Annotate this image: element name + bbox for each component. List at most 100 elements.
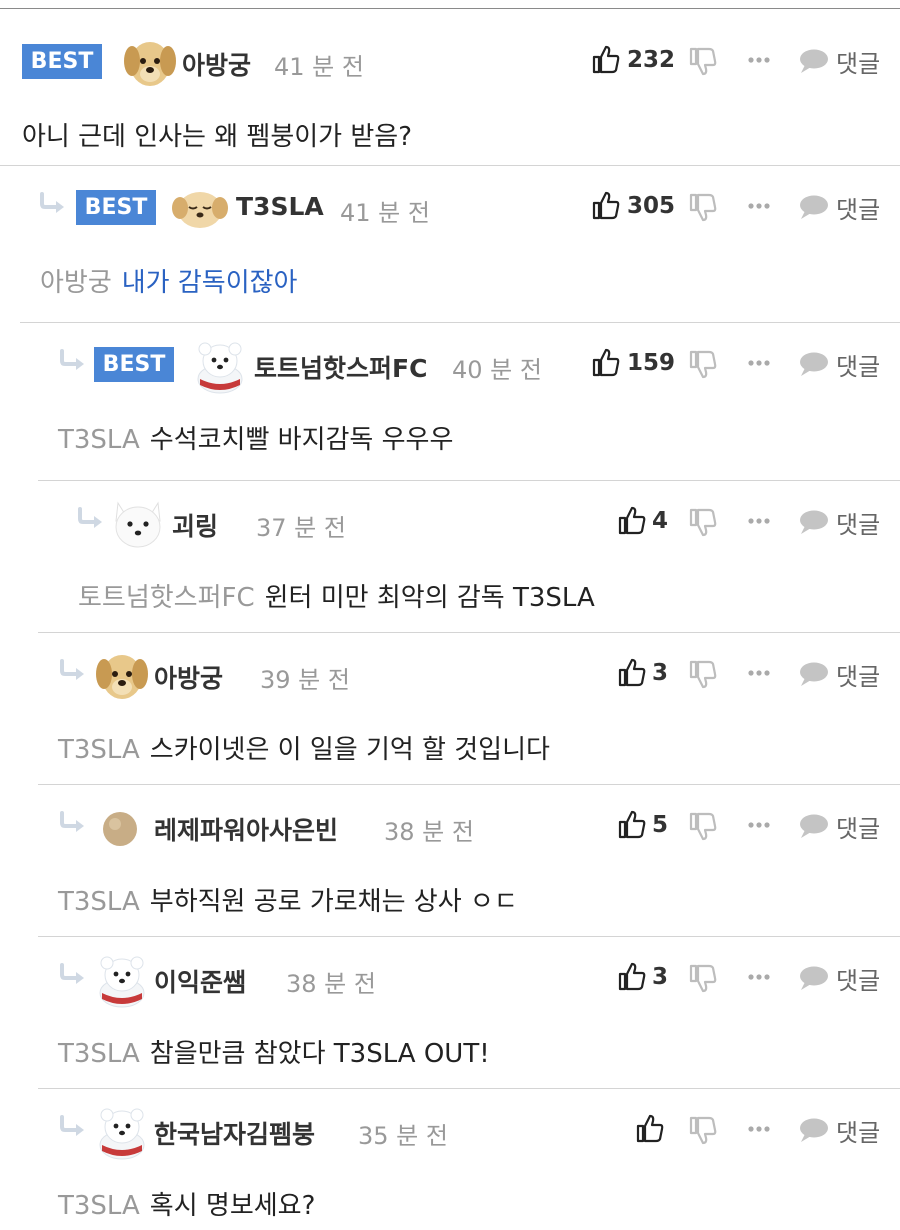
author-name[interactable]: 레제파워아사은빈 bbox=[154, 811, 338, 847]
thumbs-down-icon[interactable] bbox=[688, 507, 718, 537]
comment-text: 참을만큼 참았다 T3SLA OUT! bbox=[149, 1039, 490, 1069]
comment-text: 부하직원 공로 가로채는 상사 ㅇㄷ bbox=[149, 887, 518, 917]
like-count: 305 bbox=[627, 193, 676, 219]
more-dots-icon[interactable] bbox=[744, 661, 774, 685]
thumbs-down-icon[interactable] bbox=[688, 963, 718, 993]
reply-button[interactable]: 댓글 bbox=[798, 503, 898, 539]
reply-button[interactable]: 댓글 bbox=[798, 655, 898, 691]
author-name[interactable]: 아방궁 bbox=[182, 46, 251, 82]
comment-item: 한국남자김펨붕 35 분 전 댓글 T3SLA 혹시 명보세요? bbox=[38, 1088, 900, 1230]
reply-indent-icon bbox=[58, 811, 88, 833]
more-dots-icon[interactable] bbox=[744, 509, 774, 533]
author-name[interactable]: 이익준쌤 bbox=[154, 963, 246, 999]
avatar[interactable] bbox=[92, 1105, 152, 1160]
reply-indent-icon bbox=[58, 349, 88, 371]
comment-text: 윈터 미만 최악의 감독 T3SLA bbox=[264, 583, 595, 613]
reply-button[interactable]: 댓글 bbox=[798, 188, 898, 224]
author-name[interactable]: 토트넘핫스퍼FC bbox=[254, 349, 427, 385]
more-dots-icon[interactable] bbox=[744, 48, 774, 72]
comment-body: 아니 근데 인사는 왜 펨붕이가 받음? bbox=[22, 116, 412, 153]
like-count: 3 bbox=[652, 964, 669, 990]
mention-link[interactable]: 아방궁 bbox=[40, 268, 112, 298]
comment-body: T3SLA 혹시 명보세요? bbox=[58, 1185, 315, 1222]
mention-link[interactable]: T3SLA bbox=[58, 1039, 140, 1069]
mention-link[interactable]: T3SLA bbox=[58, 425, 140, 455]
like-count: 4 bbox=[652, 508, 669, 534]
avatar[interactable] bbox=[92, 953, 152, 1008]
like-count: 232 bbox=[627, 47, 676, 73]
reply-button[interactable]: 댓글 bbox=[798, 959, 898, 995]
thumbs-down-icon[interactable] bbox=[688, 811, 718, 841]
reply-button-label: 댓글 bbox=[836, 967, 881, 995]
author-name[interactable]: 한국남자김펨붕 bbox=[154, 1115, 315, 1151]
thumbs-up-icon[interactable] bbox=[592, 347, 620, 377]
comment-time: 38 분 전 bbox=[286, 970, 376, 998]
more-dots-icon[interactable] bbox=[744, 965, 774, 989]
like-count: 5 bbox=[652, 812, 669, 838]
thumbs-up-icon[interactable] bbox=[618, 657, 646, 687]
thumbs-up-icon[interactable] bbox=[618, 505, 646, 535]
avatar[interactable] bbox=[92, 649, 152, 701]
mention-link[interactable]: T3SLA bbox=[58, 735, 140, 765]
thumbs-down-icon[interactable] bbox=[688, 192, 718, 222]
thumbs-down-icon[interactable] bbox=[688, 659, 718, 689]
best-badge: BEST bbox=[22, 44, 102, 79]
comment-time: 35 분 전 bbox=[358, 1122, 448, 1150]
comment-time: 37 분 전 bbox=[256, 514, 346, 542]
reply-button[interactable]: 댓글 bbox=[798, 345, 898, 381]
reply-button[interactable]: 댓글 bbox=[798, 1111, 898, 1147]
reply-indent-icon bbox=[38, 192, 68, 214]
avatar[interactable] bbox=[108, 497, 168, 549]
comment-time: 41 분 전 bbox=[274, 53, 364, 81]
thumbs-up-icon[interactable] bbox=[618, 961, 646, 991]
avatar[interactable] bbox=[92, 801, 152, 853]
thumbs-up-icon[interactable] bbox=[592, 190, 620, 220]
author-name[interactable]: T3SLA bbox=[236, 192, 324, 221]
comment-body: T3SLA 스카이넷은 이 일을 기억 할 것입니다 bbox=[58, 729, 550, 766]
comment-item: 괴링 37 분 전 4 댓글토트넘핫스퍼FC 윈터 미만 최악의 감독 T3SLA bbox=[38, 480, 900, 632]
more-dots-icon[interactable] bbox=[744, 1117, 774, 1141]
comment-item: 이익준쌤 38 분 전 3 댓글 T3SLA 참을만큼 참았다 T3SLA OUT! bbox=[38, 936, 900, 1088]
comment-body: 토트넘핫스퍼FC 윈터 미만 최악의 감독 T3SLA bbox=[78, 577, 595, 614]
author-name[interactable]: 괴링 bbox=[172, 507, 218, 543]
comment-time: 39 분 전 bbox=[260, 666, 350, 694]
avatar[interactable] bbox=[190, 339, 250, 394]
thumbs-down-icon[interactable] bbox=[688, 1115, 718, 1145]
author-name[interactable]: 아방궁 bbox=[154, 659, 223, 695]
comment-item: 레제파워아사은빈 38 분 전 5 댓글 T3SLA 부하직원 공로 가로채는 상사 ㅇㄷ bbox=[38, 784, 900, 936]
thumbs-down-icon[interactable] bbox=[688, 46, 718, 76]
thumbs-down-icon[interactable] bbox=[688, 349, 718, 379]
comment-thread: BEST 아방궁 41 분 전 232 댓글 아니 근데 인사는 왜 펨붕이가 받음? BE… bbox=[0, 0, 900, 1230]
avatar[interactable] bbox=[120, 36, 180, 88]
comment-time: 41 분 전 bbox=[340, 199, 430, 227]
thumbs-up-icon[interactable] bbox=[592, 44, 620, 74]
more-dots-icon[interactable] bbox=[744, 813, 774, 837]
thumbs-up-icon[interactable] bbox=[636, 1113, 664, 1143]
comment-item: BEST 아방궁 41 분 전 232 댓글아니 근데 인사는 왜 펨붕이가 받음? bbox=[0, 20, 900, 166]
like-count: 159 bbox=[627, 350, 676, 376]
more-dots-icon[interactable] bbox=[744, 194, 774, 218]
comment-text: 내가 감독이잖아 bbox=[121, 268, 298, 298]
comment-text: 수석코치빨 바지감독 우우우 bbox=[149, 425, 454, 455]
reply-indent-icon bbox=[76, 507, 106, 529]
thumbs-up-icon[interactable] bbox=[618, 809, 646, 839]
reply-button-label: 댓글 bbox=[836, 815, 881, 843]
like-count: 3 bbox=[652, 660, 669, 686]
mention-link[interactable]: T3SLA bbox=[58, 887, 140, 917]
comment-time: 40 분 전 bbox=[452, 356, 542, 384]
reply-indent-icon bbox=[58, 963, 88, 985]
avatar[interactable] bbox=[170, 182, 230, 234]
comment-body: 아방궁 내가 감독이잖아 bbox=[40, 262, 297, 299]
reply-indent-icon bbox=[58, 1115, 88, 1137]
reply-button[interactable]: 댓글 bbox=[798, 807, 898, 843]
reply-button-label: 댓글 bbox=[836, 353, 881, 381]
comment-text: 혹시 명보세요? bbox=[149, 1191, 316, 1221]
reply-button-label: 댓글 bbox=[836, 663, 881, 691]
reply-button[interactable]: 댓글 bbox=[798, 42, 898, 78]
mention-link[interactable]: 토트넘핫스퍼FC bbox=[78, 583, 255, 613]
more-dots-icon[interactable] bbox=[744, 351, 774, 375]
reply-indent-icon bbox=[58, 659, 88, 681]
comment-body: T3SLA 부하직원 공로 가로채는 상사 ㅇㄷ bbox=[58, 881, 518, 918]
reply-button-label: 댓글 bbox=[836, 50, 881, 78]
mention-link[interactable]: T3SLA bbox=[58, 1191, 140, 1221]
